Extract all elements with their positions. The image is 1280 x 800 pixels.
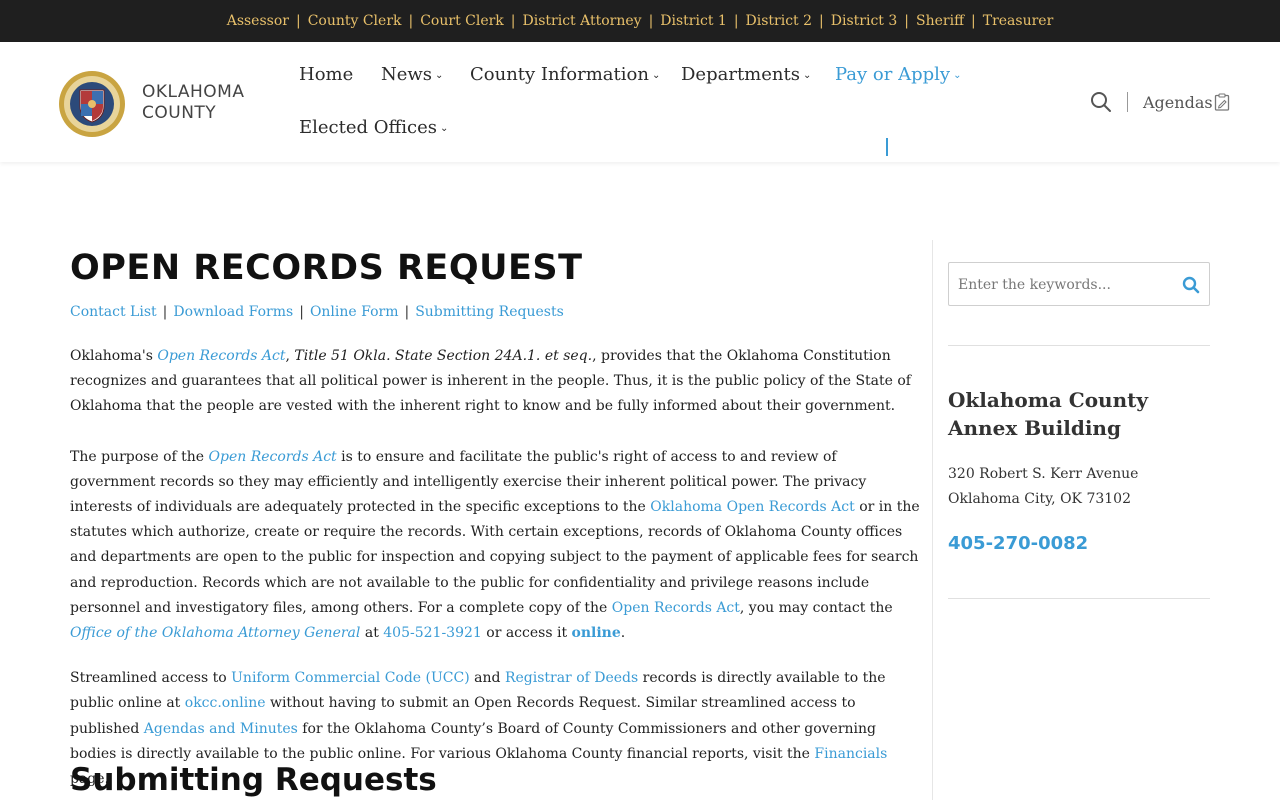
- topbar-link-district-attorney[interactable]: District Attorney: [520, 13, 645, 29]
- topbar-link-sheriff[interactable]: Sheriff: [913, 13, 967, 29]
- subnav-separator: |: [404, 304, 410, 320]
- topbar-link-district-1[interactable]: District 1: [657, 13, 730, 29]
- text: .: [620, 625, 626, 642]
- nav-home-label: Home: [299, 64, 354, 85]
- chevron-down-icon: ⌄: [440, 123, 449, 134]
- subnav-contact-list[interactable]: Contact List: [70, 304, 157, 320]
- chevron-down-icon: ⌄: [802, 70, 812, 81]
- text: and: [469, 670, 505, 687]
- attorney-general-link[interactable]: Office of the Oklahoma Attorney General: [70, 625, 360, 641]
- purpose-paragraph: The purpose of the Open Records Act is t…: [70, 445, 920, 647]
- sidebar-building-title: Oklahoma County Annex Building: [948, 388, 1148, 440]
- statute-citation: Title 51 Okla. State Section 24A.1. et s…: [294, 348, 593, 364]
- chevron-down-icon: ⌄: [435, 70, 444, 81]
- sidebar-address: 320 Robert S. Kerr Avenue Oklahoma City,…: [948, 462, 1138, 512]
- nav-news-label: News: [381, 64, 433, 85]
- text: or access it: [481, 625, 572, 642]
- nav-county-information[interactable]: County Information ⌄: [470, 64, 660, 85]
- subnav-separator: |: [299, 304, 304, 320]
- open-records-act-link[interactable]: Open Records Act: [209, 449, 337, 465]
- nav-news[interactable]: News ⌄: [381, 64, 443, 85]
- search-icon[interactable]: [1182, 276, 1200, 294]
- topbar-link-court-clerk[interactable]: Court Clerk: [417, 13, 507, 29]
- sidebar-phone-link[interactable]: 405-270-0082: [948, 533, 1088, 554]
- nav-pay-or-apply[interactable]: Pay or Apply ⌄: [835, 64, 961, 85]
- page-title: OPEN RECORDS REQUEST: [70, 248, 583, 288]
- okcc-online-link[interactable]: okcc.online: [185, 695, 266, 711]
- subnav-separator: |: [162, 304, 168, 320]
- text: , you may contact the: [739, 599, 893, 616]
- sidebar-search-box: [948, 262, 1210, 306]
- logo-line-2: COUNTY: [142, 103, 217, 123]
- registrar-of-deeds-link[interactable]: Registrar of Deeds: [505, 670, 638, 686]
- chevron-down-icon: ⌄: [651, 70, 661, 81]
- submitting-requests-heading: Submitting Requests: [70, 762, 437, 798]
- site-header: OKLAHOMA COUNTY Home News ⌄ County Inform…: [0, 42, 1280, 162]
- financials-link[interactable]: Financials: [814, 746, 887, 762]
- agendas-link[interactable]: Agendas: [1143, 93, 1213, 112]
- chevron-down-icon: ⌄: [953, 70, 962, 81]
- topbar-link-county-clerk[interactable]: County Clerk: [305, 13, 405, 29]
- logo-line-1: OKLAHOMA: [142, 82, 245, 102]
- subnav-submitting-requests[interactable]: Submitting Requests: [415, 304, 564, 320]
- nav-departments[interactable]: Departments ⌄: [681, 64, 811, 85]
- nav-elected-offices-label: Elected Offices: [299, 117, 438, 138]
- intro-paragraph: Oklahoma's Open Records Act, Title 51 Ok…: [70, 344, 920, 420]
- topbar-link-treasurer[interactable]: Treasurer: [980, 13, 1057, 29]
- sidebar-divider: [932, 240, 933, 800]
- open-records-act-link[interactable]: Open Records Act: [612, 600, 740, 616]
- topbar-separator: |: [904, 13, 909, 29]
- nav-elected-offices[interactable]: Elected Offices ⌄: [299, 117, 448, 138]
- sidebar-divider-line: [948, 345, 1210, 346]
- text: or in the statutes which authorize, crea…: [70, 499, 920, 616]
- oklahoma-open-records-act-link[interactable]: Oklahoma Open Records Act: [650, 499, 854, 515]
- topbar-link-district-3[interactable]: District 3: [828, 13, 901, 29]
- nav-county-information-label: County Information: [470, 64, 649, 85]
- topbar-separator: |: [819, 13, 824, 29]
- subnav-online-form[interactable]: Online Form: [310, 304, 399, 320]
- sidebar-search-input[interactable]: [958, 274, 1168, 296]
- sidebar-divider-line: [948, 598, 1210, 599]
- text: Oklahoma's: [70, 348, 158, 364]
- main-content: OPEN RECORDS REQUEST Contact List | Downlo…: [70, 240, 920, 792]
- address-line-2: Oklahoma City, OK 73102: [948, 491, 1131, 507]
- topbar-link-assessor[interactable]: Assessor: [224, 13, 292, 29]
- clipboard-icon[interactable]: [1214, 93, 1230, 111]
- attorney-general-phone-link[interactable]: 405-521-3921: [383, 625, 482, 641]
- topbar-separator: |: [295, 13, 301, 29]
- nav-pay-or-apply-label: Pay or Apply: [835, 64, 951, 85]
- text-cursor-indicator: [886, 138, 888, 156]
- topbar-separator: |: [733, 13, 739, 29]
- online-link[interactable]: online: [572, 625, 621, 641]
- subnav-download-forms[interactable]: Download Forms: [173, 304, 293, 320]
- agendas-and-minutes-link[interactable]: Agendas and Minutes: [144, 721, 298, 737]
- subnav: Contact List | Download Forms | Online Form |…: [70, 304, 920, 320]
- topbar-separator: |: [510, 13, 516, 29]
- open-records-act-link[interactable]: Open Records Act: [157, 348, 285, 364]
- topbar-separator: |: [648, 13, 654, 29]
- topbar-separator: |: [408, 13, 414, 29]
- address-line-1: 320 Robert S. Kerr Avenue: [948, 466, 1139, 482]
- text: The purpose of the: [70, 448, 209, 465]
- nav-home[interactable]: Home: [299, 64, 353, 85]
- top-bar: Assessor | County Clerk | Court Clerk | Dis…: [0, 0, 1280, 42]
- text: at: [360, 625, 384, 642]
- search-icon[interactable]: [1090, 91, 1112, 113]
- nav-departments-label: Departments: [681, 64, 800, 85]
- logo-text[interactable]: OKLAHOMA COUNTY: [142, 82, 244, 124]
- topbar-separator: |: [971, 13, 976, 29]
- text: Streamlined access to: [70, 670, 232, 687]
- county-seal-logo[interactable]: [58, 70, 126, 138]
- topbar-link-district-2[interactable]: District 2: [743, 13, 816, 29]
- ucc-link[interactable]: Uniform Commercial Code (UCC): [231, 670, 470, 686]
- header-divider: [1127, 92, 1128, 112]
